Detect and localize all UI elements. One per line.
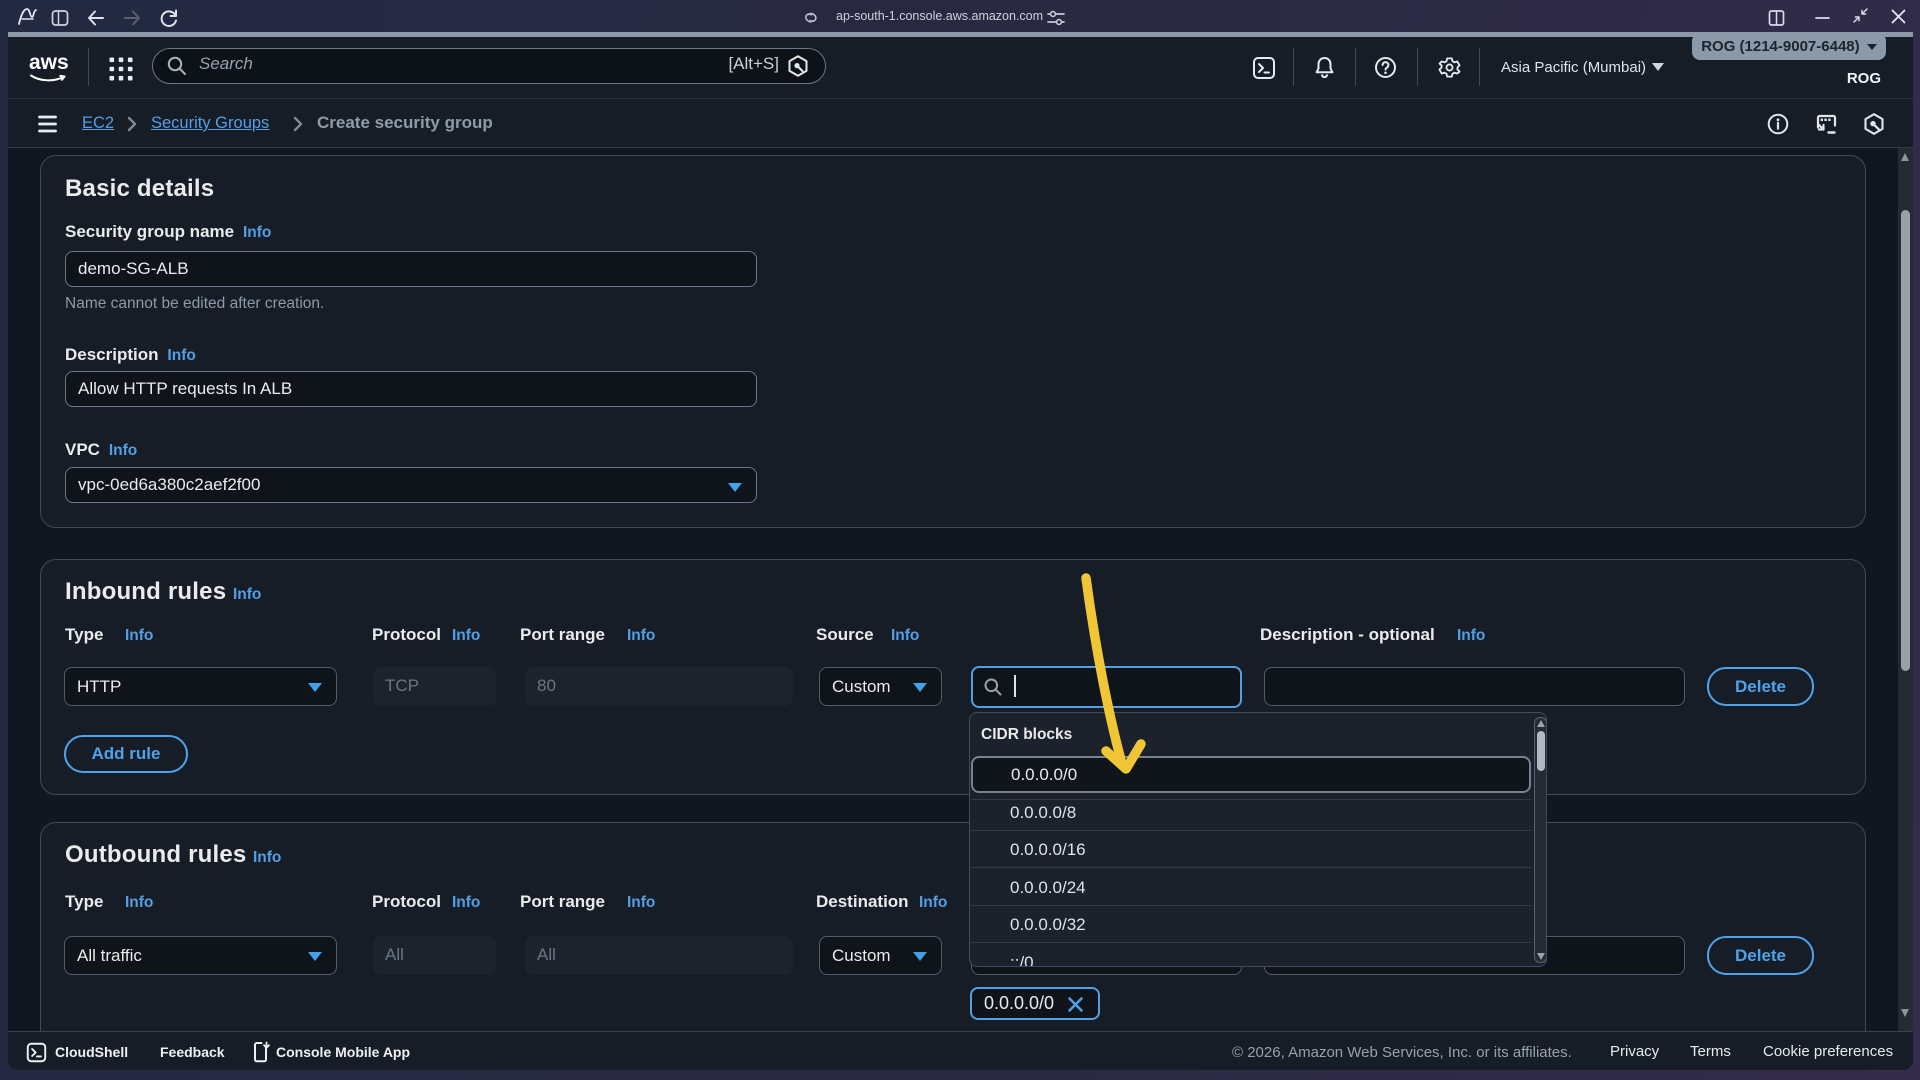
svg-text:aws: aws bbox=[29, 51, 69, 74]
